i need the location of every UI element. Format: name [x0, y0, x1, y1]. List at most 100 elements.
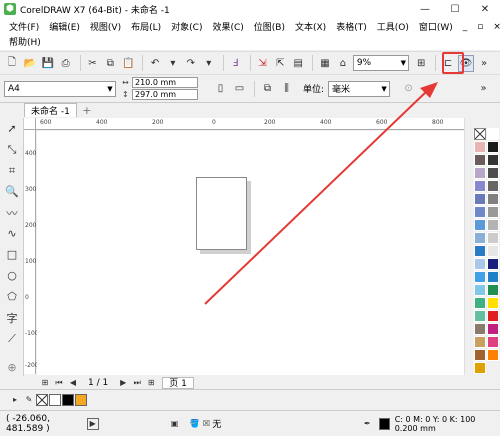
palette-swatch[interactable]	[474, 310, 486, 322]
first-page-icon[interactable]: ⏮	[52, 377, 66, 389]
copy-icon[interactable]: ⧉	[102, 55, 118, 72]
print-icon[interactable]: ⎙	[58, 55, 74, 72]
palette-swatch[interactable]	[474, 284, 486, 296]
landscape-icon[interactable]: ▭	[231, 80, 248, 97]
doc-minimize-button[interactable]: _	[458, 22, 473, 32]
artistic-media-icon[interactable]: ∿	[0, 223, 24, 244]
fill-bucket-icon[interactable]: 🪣	[189, 418, 201, 430]
palette-swatch[interactable]	[474, 362, 486, 374]
palette-swatch[interactable]	[487, 336, 499, 348]
menu-file[interactable]: 文件(F)	[4, 20, 44, 33]
export-icon[interactable]: ⇱	[272, 55, 288, 72]
palette-swatch[interactable]	[474, 193, 486, 205]
minimize-button[interactable]: —	[410, 0, 440, 18]
palette-swatch[interactable]	[487, 245, 499, 257]
menu-window[interactable]: 窗口(W)	[414, 20, 458, 33]
horizontal-ruler[interactable]: 600 400 200 0 200 400 600 800	[36, 118, 464, 130]
palette-swatch[interactable]	[474, 323, 486, 335]
parallel-dimension-icon[interactable]: ⟋	[0, 328, 24, 349]
menu-edit[interactable]: 编辑(E)	[44, 20, 85, 33]
palette-swatch[interactable]	[487, 219, 499, 231]
no-color-swatch[interactable]	[474, 128, 486, 140]
palette-swatch[interactable]	[474, 258, 486, 270]
no-color-swatch[interactable]	[36, 393, 48, 406]
palette-swatch[interactable]	[474, 167, 486, 179]
next-page-icon[interactable]: ▶	[116, 377, 130, 389]
palette-swatch[interactable]	[474, 349, 486, 361]
palette-swatch[interactable]	[487, 180, 499, 192]
page-width-field[interactable]: 210.0 mm	[132, 77, 198, 88]
palette-swatch[interactable]	[474, 206, 486, 218]
menu-tools[interactable]: 工具(O)	[372, 20, 414, 33]
palette-swatch[interactable]	[474, 154, 486, 166]
page-size-select[interactable]: A4 ▼	[4, 80, 116, 97]
redo-icon[interactable]: ↷	[183, 55, 199, 72]
ellipse-tool-icon[interactable]: ○	[0, 265, 24, 286]
palette-swatch[interactable]	[487, 271, 499, 283]
redo-dropdown-icon[interactable]: ▾	[201, 55, 217, 72]
doc-close-button[interactable]: ×	[488, 22, 500, 32]
menu-help[interactable]: 帮助(H)	[4, 35, 46, 48]
eyedropper-icon[interactable]: ✎	[22, 394, 36, 406]
nudge-settings-icon[interactable]: ⊙	[400, 80, 417, 97]
white-swatch[interactable]	[49, 393, 61, 406]
polygon-tool-icon[interactable]: ⬠	[0, 286, 24, 307]
orange-swatch[interactable]	[75, 393, 87, 406]
palette-swatch[interactable]	[474, 297, 486, 309]
import-icon[interactable]: ⇲	[254, 55, 270, 72]
palette-swatch[interactable]	[487, 128, 499, 140]
menu-table[interactable]: 表格(T)	[331, 20, 372, 33]
menu-bitmaps[interactable]: 位图(B)	[249, 20, 290, 33]
drawing-canvas[interactable]	[37, 131, 464, 375]
palette-swatch[interactable]	[487, 206, 499, 218]
menu-object[interactable]: 对象(C)	[166, 20, 207, 33]
last-page-icon[interactable]: ⏭	[130, 377, 144, 389]
new-document-icon[interactable]: 🗋	[4, 55, 20, 72]
palette-swatch[interactable]	[487, 284, 499, 296]
maximize-button[interactable]: ☐	[440, 0, 470, 18]
current-page-icon[interactable]: ⫼	[278, 80, 295, 97]
page-height-field[interactable]: 297.0 mm	[132, 89, 198, 100]
search-content-icon[interactable]: Ⅎ	[228, 55, 244, 72]
palette-swatch[interactable]	[487, 167, 499, 179]
doc-restore-button[interactable]: ▫	[472, 22, 488, 32]
app-launcher-icon[interactable]: ▦	[317, 55, 333, 72]
palette-swatch[interactable]	[474, 232, 486, 244]
document-page[interactable]	[196, 177, 247, 250]
text-tool-icon[interactable]: 字	[0, 307, 24, 328]
add-page-before-icon[interactable]: ⊞	[38, 377, 52, 389]
palette-swatch[interactable]	[474, 180, 486, 192]
prev-page-icon[interactable]: ◀	[66, 377, 80, 389]
undo-dropdown-icon[interactable]: ▾	[165, 55, 181, 72]
palette-swatch[interactable]	[487, 154, 499, 166]
palette-swatch[interactable]	[474, 271, 486, 283]
tab-document[interactable]: 未命名 -1	[24, 103, 77, 117]
palette-swatch[interactable]	[487, 297, 499, 309]
rectangle-tool-icon[interactable]: □	[0, 244, 24, 265]
undo-icon[interactable]: ↶	[147, 55, 163, 72]
palette-swatch[interactable]	[474, 336, 486, 348]
vertical-scrollbar[interactable]	[464, 118, 474, 375]
palette-swatch[interactable]	[474, 141, 486, 153]
all-pages-icon[interactable]: ⧉	[259, 80, 276, 97]
palette-swatch[interactable]	[487, 323, 499, 335]
outline-pen-icon[interactable]: ✒	[361, 418, 373, 430]
palette-swatch[interactable]	[487, 349, 499, 361]
save-icon[interactable]: 💾	[40, 55, 56, 72]
open-folder-icon[interactable]: 📂	[22, 55, 38, 72]
page-tab[interactable]: 页 1	[162, 376, 194, 389]
palette-swatch[interactable]	[487, 141, 499, 153]
full-screen-preview-icon[interactable]: ⊞	[413, 55, 429, 72]
propertybar-overflow-icon[interactable]: »	[475, 80, 492, 97]
palette-swatch[interactable]	[487, 232, 499, 244]
palette-swatch[interactable]	[474, 219, 486, 231]
palette-swatch[interactable]	[487, 310, 499, 322]
menu-effects[interactable]: 效果(C)	[207, 20, 248, 33]
toolbar-overflow-icon[interactable]: »	[476, 55, 492, 72]
palette-swatch[interactable]	[487, 258, 499, 270]
ruler-origin[interactable]	[24, 118, 36, 130]
vertical-ruler[interactable]: 400 300 200 100 0 -100 -200	[24, 130, 39, 374]
freehand-tool-icon[interactable]: 〰	[0, 202, 24, 223]
add-tool-icon[interactable]: ⊕	[0, 357, 24, 378]
menu-text[interactable]: 文本(X)	[290, 20, 331, 33]
